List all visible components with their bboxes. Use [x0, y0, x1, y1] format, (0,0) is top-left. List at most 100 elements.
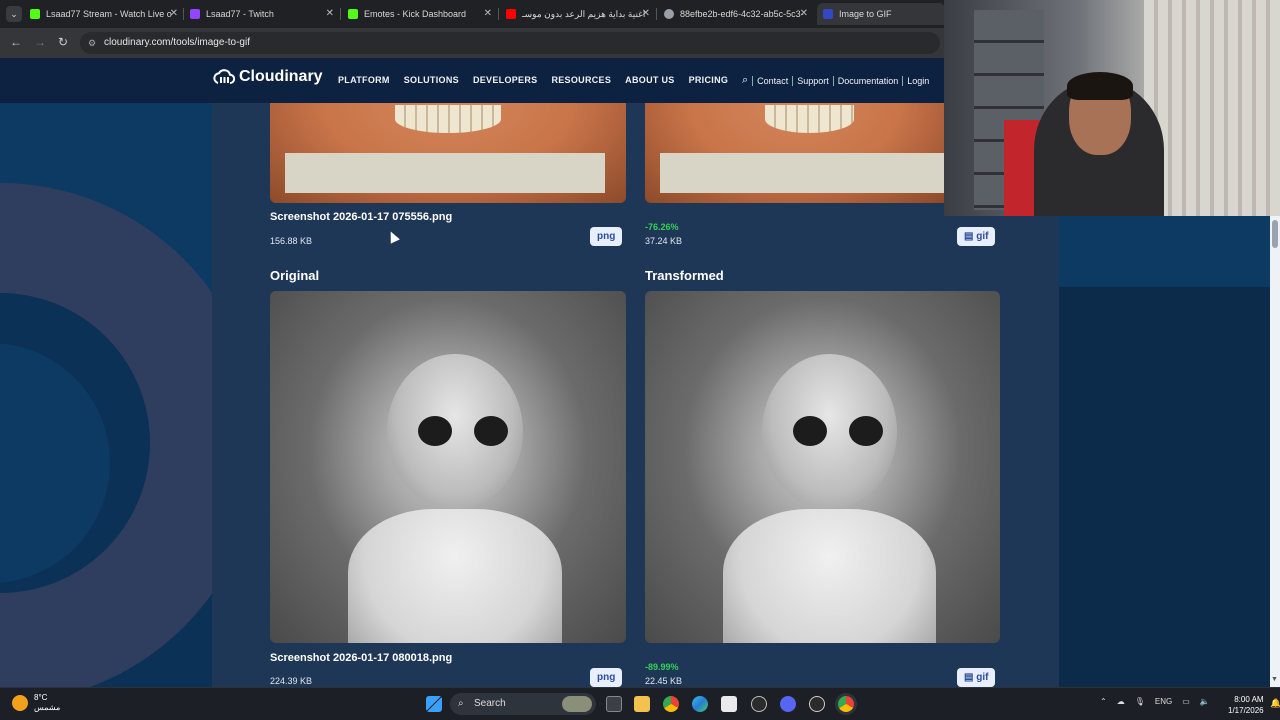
cloud-icon: [213, 69, 235, 84]
tab-title: Lsaad77 Stream - Watch Live o: [46, 9, 172, 19]
original-file-size: 156.88 KB: [270, 236, 313, 246]
tab-title: Lsaad77 - Twitch: [206, 9, 274, 19]
address-bar[interactable]: ⚙ cloudinary.com/tools/image-to-gif: [80, 32, 940, 54]
weather-condition: مشمس: [34, 703, 61, 712]
search-icon[interactable]: ⌕: [742, 74, 748, 87]
forward-icon[interactable]: →: [34, 35, 46, 49]
tab-title: Image to GIF: [839, 9, 892, 19]
tab-title: اغنية بداية هزيم الرعد بدون موسـ: [522, 8, 646, 19]
volume-icon[interactable]: 🔈: [1200, 697, 1210, 706]
task-view-icon[interactable]: [606, 696, 622, 712]
chrome-active-icon[interactable]: [838, 696, 854, 712]
png-format-badge[interactable]: png: [590, 227, 623, 246]
chevron-up-icon[interactable]: ⌃: [1100, 697, 1107, 706]
scrollbar-thumb[interactable]: [1272, 220, 1278, 248]
tab-3[interactable]: Emotes - Kick Dashboard ✕: [348, 3, 494, 25]
nav-resources[interactable]: RESOURCES: [551, 75, 611, 85]
globe-icon: [664, 9, 674, 19]
tab-list-dropdown-icon[interactable]: ⌄: [6, 6, 22, 22]
nav-solutions[interactable]: SOLUTIONS: [404, 75, 459, 85]
obs-icon[interactable]: [751, 696, 767, 712]
discord-icon[interactable]: [780, 696, 796, 712]
windows-start-icon[interactable]: [426, 696, 442, 712]
original-filename: Screenshot 2026-01-17 080018.png: [270, 652, 453, 664]
url-text: cloudinary.com/tools/image-to-gif: [104, 37, 250, 48]
weather-widget[interactable]: 8°C مشمس: [12, 693, 60, 713]
transformed-file-size: 22.45 KB: [645, 676, 683, 686]
file-icon: ▤: [964, 231, 977, 242]
twitch-icon: [190, 9, 200, 19]
youtube-icon: [506, 9, 516, 19]
notification-bell-icon[interactable]: 🔔: [1270, 698, 1280, 709]
tab-6-active[interactable]: Image to GIF: [817, 3, 945, 25]
close-tab-icon[interactable]: ✕: [326, 8, 334, 19]
size-reduction: -89.99%: [645, 662, 679, 672]
support-link[interactable]: Support: [797, 76, 829, 86]
file-explorer-icon[interactable]: [634, 696, 650, 712]
nav-about-us[interactable]: ABOUT US: [625, 75, 674, 85]
nav-pricing[interactable]: PRICING: [689, 75, 729, 85]
store-icon[interactable]: [721, 696, 737, 712]
gif-download-badge[interactable]: ▤ gif: [957, 668, 996, 687]
edge-icon[interactable]: [692, 696, 708, 712]
transformed-image-1[interactable]: [645, 103, 944, 203]
chrome-icon[interactable]: [663, 696, 679, 712]
main-nav: PLATFORM SOLUTIONS DEVELOPERS RESOURCES …: [338, 75, 728, 85]
search-icon: ⌕: [458, 698, 464, 709]
png-format-badge[interactable]: png: [590, 668, 623, 687]
cloud-sync-icon[interactable]: ☁: [1117, 697, 1125, 706]
badge-label: gif: [976, 672, 989, 683]
transformed-file-size: 37.24 KB: [645, 236, 683, 246]
badge-label: gif: [976, 231, 989, 242]
header-right-links: ⌕ Contact Support Documentation Login: [742, 74, 929, 87]
original-image-2[interactable]: [270, 291, 626, 643]
nav-platform[interactable]: PLATFORM: [338, 75, 390, 85]
decorative-background-left: [0, 103, 212, 687]
original-filename: Screenshot 2026-01-17 075556.png: [270, 211, 453, 223]
close-tab-icon[interactable]: ✕: [484, 8, 492, 19]
cloudinary-logo[interactable]: Cloudinary: [213, 68, 323, 86]
clock-time: 8:00 AM: [1234, 695, 1264, 704]
system-clock[interactable]: 8:00 AM 1/17/2026: [1228, 694, 1264, 716]
clock-date: 1/17/2026: [1228, 706, 1264, 715]
windows-taskbar: 8°C مشمس ⌕ Search ⌃ ☁ 🎙 ENG ▭ 🔈 8:00 AM …: [0, 687, 1280, 720]
page-scrollbar[interactable]: ▼: [1270, 216, 1280, 687]
language-indicator[interactable]: ENG: [1155, 697, 1172, 706]
transformed-heading: Transformed: [645, 268, 724, 283]
search-placeholder: Search: [474, 698, 506, 709]
tab-2[interactable]: Lsaad77 - Twitch ✕: [190, 3, 336, 25]
login-link[interactable]: Login: [907, 76, 929, 86]
scroll-down-icon[interactable]: ▼: [1271, 676, 1278, 683]
close-tab-icon[interactable]: ✕: [642, 8, 650, 19]
transformed-image-2[interactable]: [645, 291, 1000, 643]
original-heading: Original: [270, 268, 320, 283]
back-icon[interactable]: ←: [10, 35, 22, 49]
original-image-1[interactable]: [270, 103, 626, 203]
nav-developers[interactable]: DEVELOPERS: [473, 75, 538, 85]
system-tray: ⌃ ☁ 🎙 ENG ▭ 🔈: [1100, 697, 1210, 706]
sun-icon: [12, 695, 28, 711]
kick-icon: [348, 9, 358, 19]
close-tab-icon[interactable]: ✕: [800, 8, 808, 19]
tab-title: Emotes - Kick Dashboard: [364, 9, 467, 19]
microphone-icon[interactable]: 🎙: [1135, 697, 1145, 706]
file-icon: ▤: [964, 672, 977, 683]
contact-link[interactable]: Contact: [757, 76, 788, 86]
cloudinary-icon: [823, 9, 833, 19]
gif-download-badge[interactable]: ▤ gif: [957, 227, 996, 246]
original-file-size: 224.39 KB: [270, 676, 313, 686]
app-icon[interactable]: [809, 696, 825, 712]
close-tab-icon[interactable]: ✕: [170, 8, 178, 19]
logo-text: Cloudinary: [239, 68, 323, 85]
size-reduction: -76.26%: [645, 222, 679, 232]
tab-5[interactable]: 88efbe2b-edf6-4c32-ab5c-5c3- ✕: [664, 3, 810, 25]
reload-icon[interactable]: ↻: [58, 35, 68, 49]
webcam-overlay: [944, 0, 1280, 216]
site-info-icon[interactable]: ⚙: [88, 32, 96, 54]
tab-4[interactable]: اغنية بداية هزيم الرعد بدون موسـ ✕: [506, 3, 652, 25]
taskbar-search[interactable]: ⌕ Search: [450, 693, 596, 715]
search-highlight-icon: [562, 696, 592, 712]
documentation-link[interactable]: Documentation: [838, 76, 899, 86]
network-icon[interactable]: ▭: [1182, 697, 1190, 706]
tab-1[interactable]: Lsaad77 Stream - Watch Live o ✕: [30, 3, 180, 25]
